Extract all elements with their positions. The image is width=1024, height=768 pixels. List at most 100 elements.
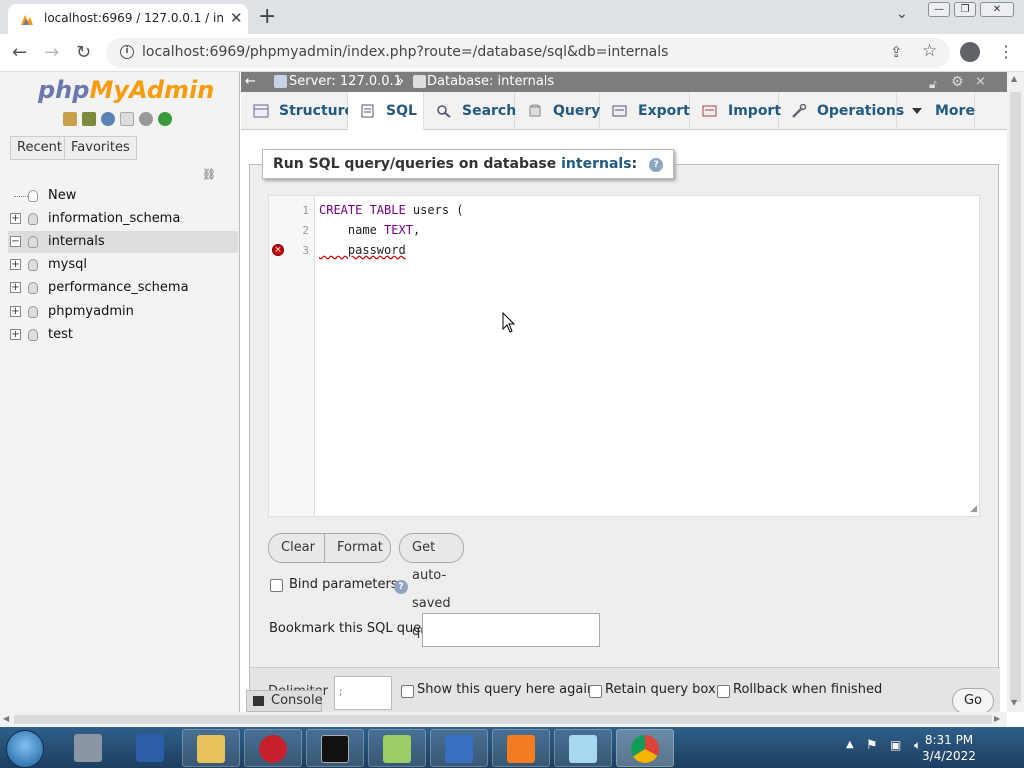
reload-nav-icon[interactable] (158, 112, 172, 126)
code-line-3[interactable]: password (319, 243, 406, 257)
taskbar-powershell[interactable] (122, 729, 180, 767)
browser-tab[interactable]: localhost:6969 / 127.0.0.1 / internals ✕ (8, 4, 248, 34)
help-icon[interactable] (101, 112, 115, 126)
reload-icon[interactable]: ↻ (76, 42, 91, 63)
tab-operations[interactable]: Operations (779, 92, 904, 130)
breadcrumb-server[interactable]: Server: 127.0.0.1 (289, 72, 402, 92)
get-auto-saved-query-button[interactable]: Get auto-saved query (399, 533, 464, 639)
breadcrumb-database[interactable]: Database: internals (427, 72, 554, 92)
flag-icon[interactable]: ⚑ (866, 738, 878, 753)
tray-expand-icon[interactable]: ▲ (846, 739, 854, 750)
code-line-2[interactable]: name TEXT, (319, 223, 420, 237)
tree-item-new[interactable]: New (8, 185, 238, 207)
share-icon[interactable]: ⇪ (890, 43, 903, 61)
rollback-checkbox[interactable] (717, 685, 730, 698)
forward-icon[interactable]: → (44, 42, 59, 63)
url-text[interactable]: localhost:6969/phpmyadmin/index.php?rout… (142, 44, 668, 60)
taskbar-notepadpp[interactable] (368, 729, 426, 767)
site-info-icon[interactable]: i (120, 45, 134, 59)
taskbar-server-manager[interactable] (60, 729, 118, 767)
settings-icon[interactable] (139, 112, 153, 126)
help-icon[interactable]: ? (649, 158, 664, 172)
go-button[interactable]: Go (952, 688, 994, 714)
main-panel: ← Server: 127.0.0.1 » Database: internal… (241, 72, 1007, 714)
show-query-label[interactable]: Show this query here again (417, 682, 595, 697)
show-query-checkbox[interactable] (401, 685, 414, 698)
tab-more[interactable]: More (897, 92, 975, 130)
taskbar-devcpp[interactable] (244, 729, 302, 767)
favorites-button[interactable]: Favorites (64, 136, 137, 160)
scroll-right-icon[interactable]: ▶ (994, 714, 1000, 723)
link-icon[interactable]: ⛓ (202, 168, 216, 181)
browser-menu-icon[interactable]: ⋮ (998, 42, 1014, 61)
tab-search[interactable]: Search (424, 92, 516, 130)
new-tab-button[interactable]: + (258, 4, 276, 29)
sql-editor[interactable]: 1 2 3 × CREATE TABLE users ( name TEXT, … (268, 195, 980, 517)
docs-icon[interactable] (120, 112, 134, 126)
gear-icon[interactable]: ⚙ (951, 72, 964, 92)
error-marker-icon[interactable]: × (272, 244, 284, 256)
taskbar-chrome[interactable] (616, 729, 674, 767)
tab-sql[interactable]: SQL (348, 92, 424, 130)
taskbar-cmd[interactable] (306, 729, 364, 767)
taskbar-notepad[interactable] (554, 729, 612, 767)
tab-import[interactable]: Import (690, 92, 781, 130)
tab-search-chevron-icon[interactable]: ⌄ (896, 6, 908, 22)
scroll-down-icon[interactable]: ▼ (1011, 698, 1017, 707)
expand-icon[interactable]: + (10, 306, 21, 317)
tree-item-internals[interactable]: − internals (8, 231, 238, 253)
expand-icon[interactable]: + (10, 213, 21, 224)
scroll-left-icon[interactable]: ◀ (3, 714, 9, 723)
code-line-1[interactable]: CREATE TABLE users ( (319, 203, 464, 217)
clear-button[interactable]: Clear (268, 533, 325, 563)
taskbar-explorer[interactable] (182, 729, 240, 767)
taskbar-xampp[interactable] (492, 729, 550, 767)
help-icon[interactable]: ? (394, 580, 408, 594)
bookmark-input[interactable] (422, 613, 600, 647)
tab-structure[interactable]: Structure (241, 92, 354, 130)
omnibox[interactable]: i localhost:6969/phpmyadmin/index.php?ro… (106, 38, 950, 68)
format-button[interactable]: Format (324, 533, 391, 563)
close-window-button[interactable]: ✕ (980, 2, 1014, 17)
collapse-top-icon[interactable]: ⨯ (975, 72, 986, 92)
tree-item-phpmyadmin[interactable]: + phpmyadmin (8, 301, 238, 323)
back-icon[interactable]: ← (12, 42, 27, 63)
phpmyadmin-logo[interactable]: phpMyAdmin (38, 76, 214, 104)
resize-handle-icon[interactable]: ◢ (970, 504, 977, 514)
horizontal-scrollbar[interactable]: ◀ ▶ (0, 712, 1007, 727)
bookmark-star-icon[interactable]: ☆ (922, 41, 937, 61)
lock-icon[interactable]: 🔓︎ (929, 74, 937, 94)
close-tab-icon[interactable]: ✕ (230, 9, 243, 27)
tab-export[interactable]: Export (600, 92, 690, 130)
collapse-icon[interactable]: − (10, 236, 21, 247)
rollback-label[interactable]: Rollback when finished (733, 682, 882, 697)
tree-item-test[interactable]: + test (8, 324, 238, 346)
clock[interactable]: 8:31 PM 3/4/2022 (912, 732, 986, 764)
tree-item-mysql[interactable]: + mysql (8, 254, 238, 276)
retain-query-box-checkbox[interactable] (589, 685, 602, 698)
retain-query-box-label[interactable]: Retain query box (605, 682, 716, 697)
bind-parameters-checkbox[interactable] (270, 579, 283, 592)
collapse-nav-icon[interactable]: ← (245, 72, 256, 92)
bind-parameters-label[interactable]: Bind parameters (289, 577, 398, 592)
profile-avatar-icon[interactable] (960, 42, 980, 62)
legend-db-link[interactable]: internals (561, 156, 631, 172)
tree-item-information-schema[interactable]: + information_schema (8, 208, 238, 230)
tab-query[interactable]: Query (515, 92, 600, 130)
restore-button[interactable]: ❐ (954, 2, 976, 17)
expand-icon[interactable]: + (10, 282, 21, 293)
recent-button[interactable]: Recent (10, 136, 69, 160)
logout-icon[interactable] (82, 112, 96, 126)
expand-icon[interactable]: + (10, 329, 21, 340)
expand-icon[interactable]: + (10, 259, 21, 270)
network-icon[interactable]: ▣ (890, 738, 901, 752)
scroll-up-icon[interactable]: ▲ (1011, 74, 1017, 83)
delimiter-input[interactable]: ; (334, 676, 392, 710)
vertical-scrollbar[interactable]: ▲ ▼ (1007, 72, 1024, 712)
minimize-button[interactable]: — (928, 2, 950, 17)
console-toggle[interactable]: Console (246, 690, 323, 712)
tree-item-performance-schema[interactable]: + performance_schema (8, 277, 238, 299)
start-button[interactable] (6, 730, 44, 768)
taskbar-app[interactable] (430, 729, 488, 767)
home-icon[interactable] (63, 112, 77, 126)
